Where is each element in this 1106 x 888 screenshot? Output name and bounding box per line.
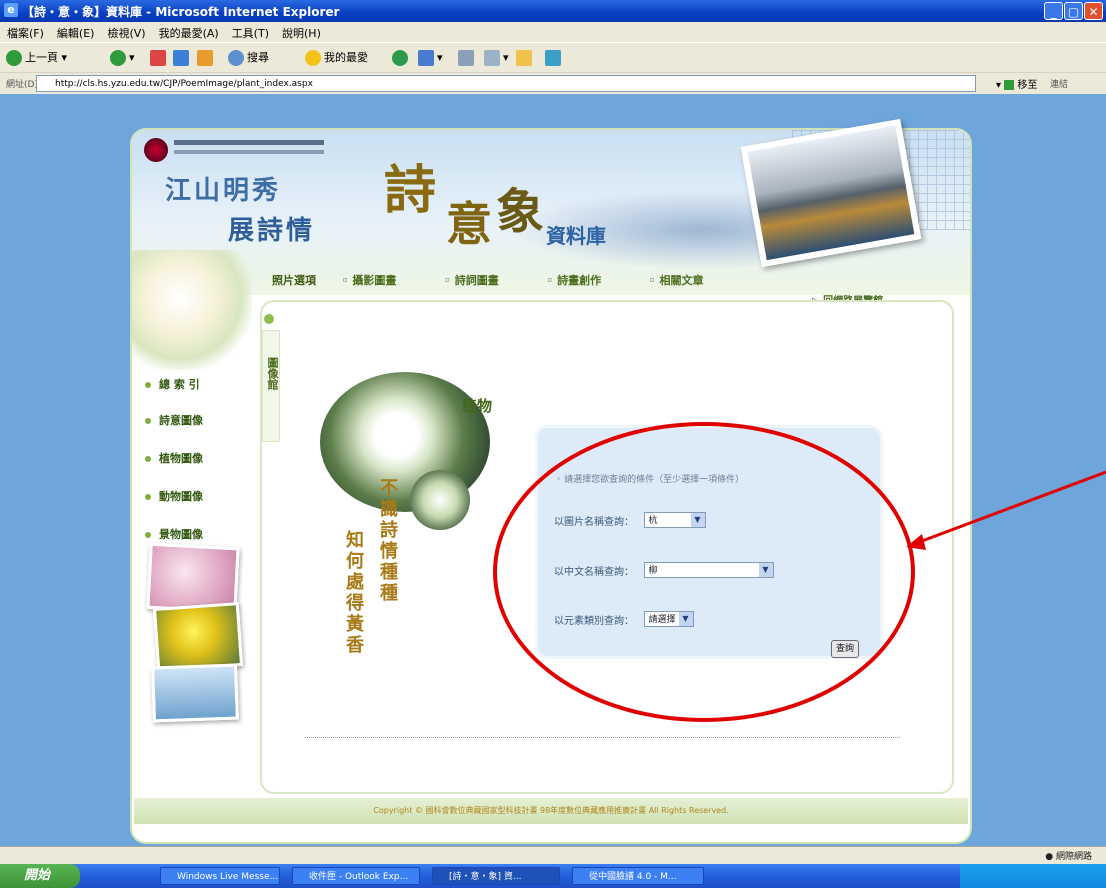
- menu-favorites[interactable]: 我的最愛(A): [152, 22, 225, 41]
- folder-icon: [516, 50, 532, 66]
- poem-line-1: 不識詩情種種: [377, 478, 398, 604]
- left-nav-index[interactable]: 總 索 引: [145, 376, 200, 392]
- ie-icon: e: [4, 3, 18, 17]
- banner-line2: 展詩情: [228, 216, 316, 246]
- window-title: 【詩・意・象】資料庫 - Microsoft Internet Explorer: [22, 5, 340, 19]
- stop-button[interactable]: [150, 48, 169, 68]
- nav-poem-creation[interactable]: ◦ 詩畫創作: [546, 272, 623, 288]
- media-button[interactable]: [392, 48, 411, 68]
- nav-photo-options[interactable]: 照片選項: [272, 272, 316, 288]
- home-icon: [197, 50, 213, 66]
- banner-line1: 江山明秀: [165, 176, 282, 206]
- bullet-icon: [145, 532, 151, 538]
- messenger-button[interactable]: [545, 48, 564, 68]
- go-arrow-icon: [1004, 80, 1015, 90]
- nav-poem-images[interactable]: ◦ 詩詞圖畫: [444, 272, 521, 288]
- logo-text-line: [174, 140, 324, 145]
- bullet-icon: [145, 456, 151, 462]
- left-nav-plant-images[interactable]: 植物圖像: [145, 450, 203, 466]
- menu-bar: 檔案(F) 編輯(E) 檢視(V) 我的最愛(A) 工具(T) 說明(H): [0, 22, 1106, 42]
- logo-icon: [144, 138, 168, 162]
- task-messenger[interactable]: Windows Live Messe...: [160, 867, 280, 885]
- left-nav-animal-images[interactable]: 動物圖像: [145, 488, 203, 504]
- menu-view[interactable]: 檢視(V): [100, 22, 151, 41]
- refresh-button[interactable]: [173, 48, 192, 68]
- logo-text-line-en: [174, 150, 324, 154]
- forward-arrow-icon: [110, 50, 126, 66]
- media-icon: [392, 50, 408, 66]
- menu-help[interactable]: 說明(H): [275, 22, 327, 41]
- task-other-window[interactable]: 從中國臉譜 4.0 - M...: [572, 867, 704, 885]
- system-tray: [960, 864, 1106, 888]
- task-outlook[interactable]: 收件匣 - Outlook Exp...: [292, 867, 420, 885]
- search-button[interactable]: 搜尋: [228, 48, 269, 68]
- edit-icon: [484, 50, 500, 66]
- close-button[interactable]: ✕: [1084, 2, 1103, 20]
- bullet-icon: [145, 382, 151, 388]
- start-button[interactable]: 開始: [0, 864, 80, 888]
- edit-button[interactable]: ▾: [484, 48, 509, 68]
- address-label: 網址(D): [6, 80, 38, 90]
- print-icon: [458, 50, 474, 66]
- top-nav: 照片選項 ◦ 攝影圖畫 ◦ 詩詞圖畫 ◦ 詩畫創作 ◦ 相關文章: [272, 272, 748, 292]
- category-title: 植物: [462, 397, 493, 415]
- banner-title-shi: 詩: [384, 160, 437, 221]
- bullet-icon: [145, 494, 151, 500]
- banner-subtitle: 資料庫: [546, 224, 606, 248]
- left-nav-poem-images[interactable]: 詩意圖像: [145, 412, 203, 428]
- go-button[interactable]: ▾ 移至: [996, 76, 1037, 91]
- left-flower-decoration: [132, 250, 252, 370]
- footer: Copyright © 國科會數位典藏國家型科技計畫 98年度數位典藏應用推廣計…: [134, 798, 968, 824]
- gallery-tab[interactable]: 圖像館: [262, 330, 280, 442]
- status-zone: ● 網際網路: [1045, 852, 1092, 862]
- stop-icon: [150, 50, 166, 66]
- minimize-button[interactable]: _: [1044, 2, 1063, 20]
- bullet-icon: [145, 418, 151, 424]
- banner-title-yi: 意: [446, 197, 492, 251]
- status-bar: ● 網際網路: [0, 846, 1106, 865]
- address-bar: 網址(D) http://cls.hs.yzu.edu.tw/CJP/PoemI…: [0, 72, 1106, 95]
- red-annotation-circle: [493, 422, 915, 722]
- mail-button[interactable]: ▾: [418, 48, 443, 68]
- banner-title-xiang: 象: [496, 184, 545, 240]
- thumb-yellow-flower-photo: [152, 602, 244, 672]
- refresh-icon: [173, 50, 189, 66]
- maximize-button[interactable]: ▢: [1064, 2, 1083, 20]
- back-arrow-icon: [6, 50, 22, 66]
- nav-related-articles[interactable]: ◦ 相關文章: [649, 272, 726, 288]
- links-button[interactable]: 連結: [1050, 77, 1068, 90]
- poem-line-2: 知何處得黃香: [343, 530, 364, 656]
- nav-photo-images[interactable]: ◦ 攝影圖畫: [342, 272, 419, 288]
- favorites-button[interactable]: 我的最愛: [305, 48, 368, 68]
- small-flower-photo: [410, 470, 470, 530]
- folder-button[interactable]: [516, 48, 535, 68]
- content-divider: [305, 737, 900, 738]
- menu-edit[interactable]: 編輯(E): [50, 22, 101, 41]
- print-button[interactable]: [458, 48, 477, 68]
- search-icon: [228, 50, 244, 66]
- forward-button[interactable]: ▾: [110, 48, 135, 68]
- menu-file[interactable]: 檔案(F): [0, 22, 50, 41]
- menu-tools[interactable]: 工具(T): [225, 22, 275, 41]
- leaf-icon: [264, 314, 274, 324]
- star-icon: [305, 50, 321, 66]
- left-nav-scenery-images[interactable]: 景物圖像: [145, 526, 203, 542]
- address-input[interactable]: http://cls.hs.yzu.edu.tw/CJP/PoemImage/p…: [36, 75, 976, 92]
- task-ie-active[interactable]: [詩・意・象] 資...: [432, 867, 560, 885]
- messenger-icon: [545, 50, 561, 66]
- back-button[interactable]: 上一頁 ▾: [6, 48, 67, 68]
- mail-icon: [418, 50, 434, 66]
- home-button[interactable]: [197, 48, 216, 68]
- toolbar: 上一頁 ▾ ▾ 搜尋 我的最愛 ▾ ▾: [0, 42, 1106, 73]
- thumb-bird-photo: [151, 663, 239, 723]
- red-annotation-arrow: [906, 470, 1106, 550]
- window-titlebar: e 【詩・意・象】資料庫 - Microsoft Internet Explor…: [0, 0, 1106, 22]
